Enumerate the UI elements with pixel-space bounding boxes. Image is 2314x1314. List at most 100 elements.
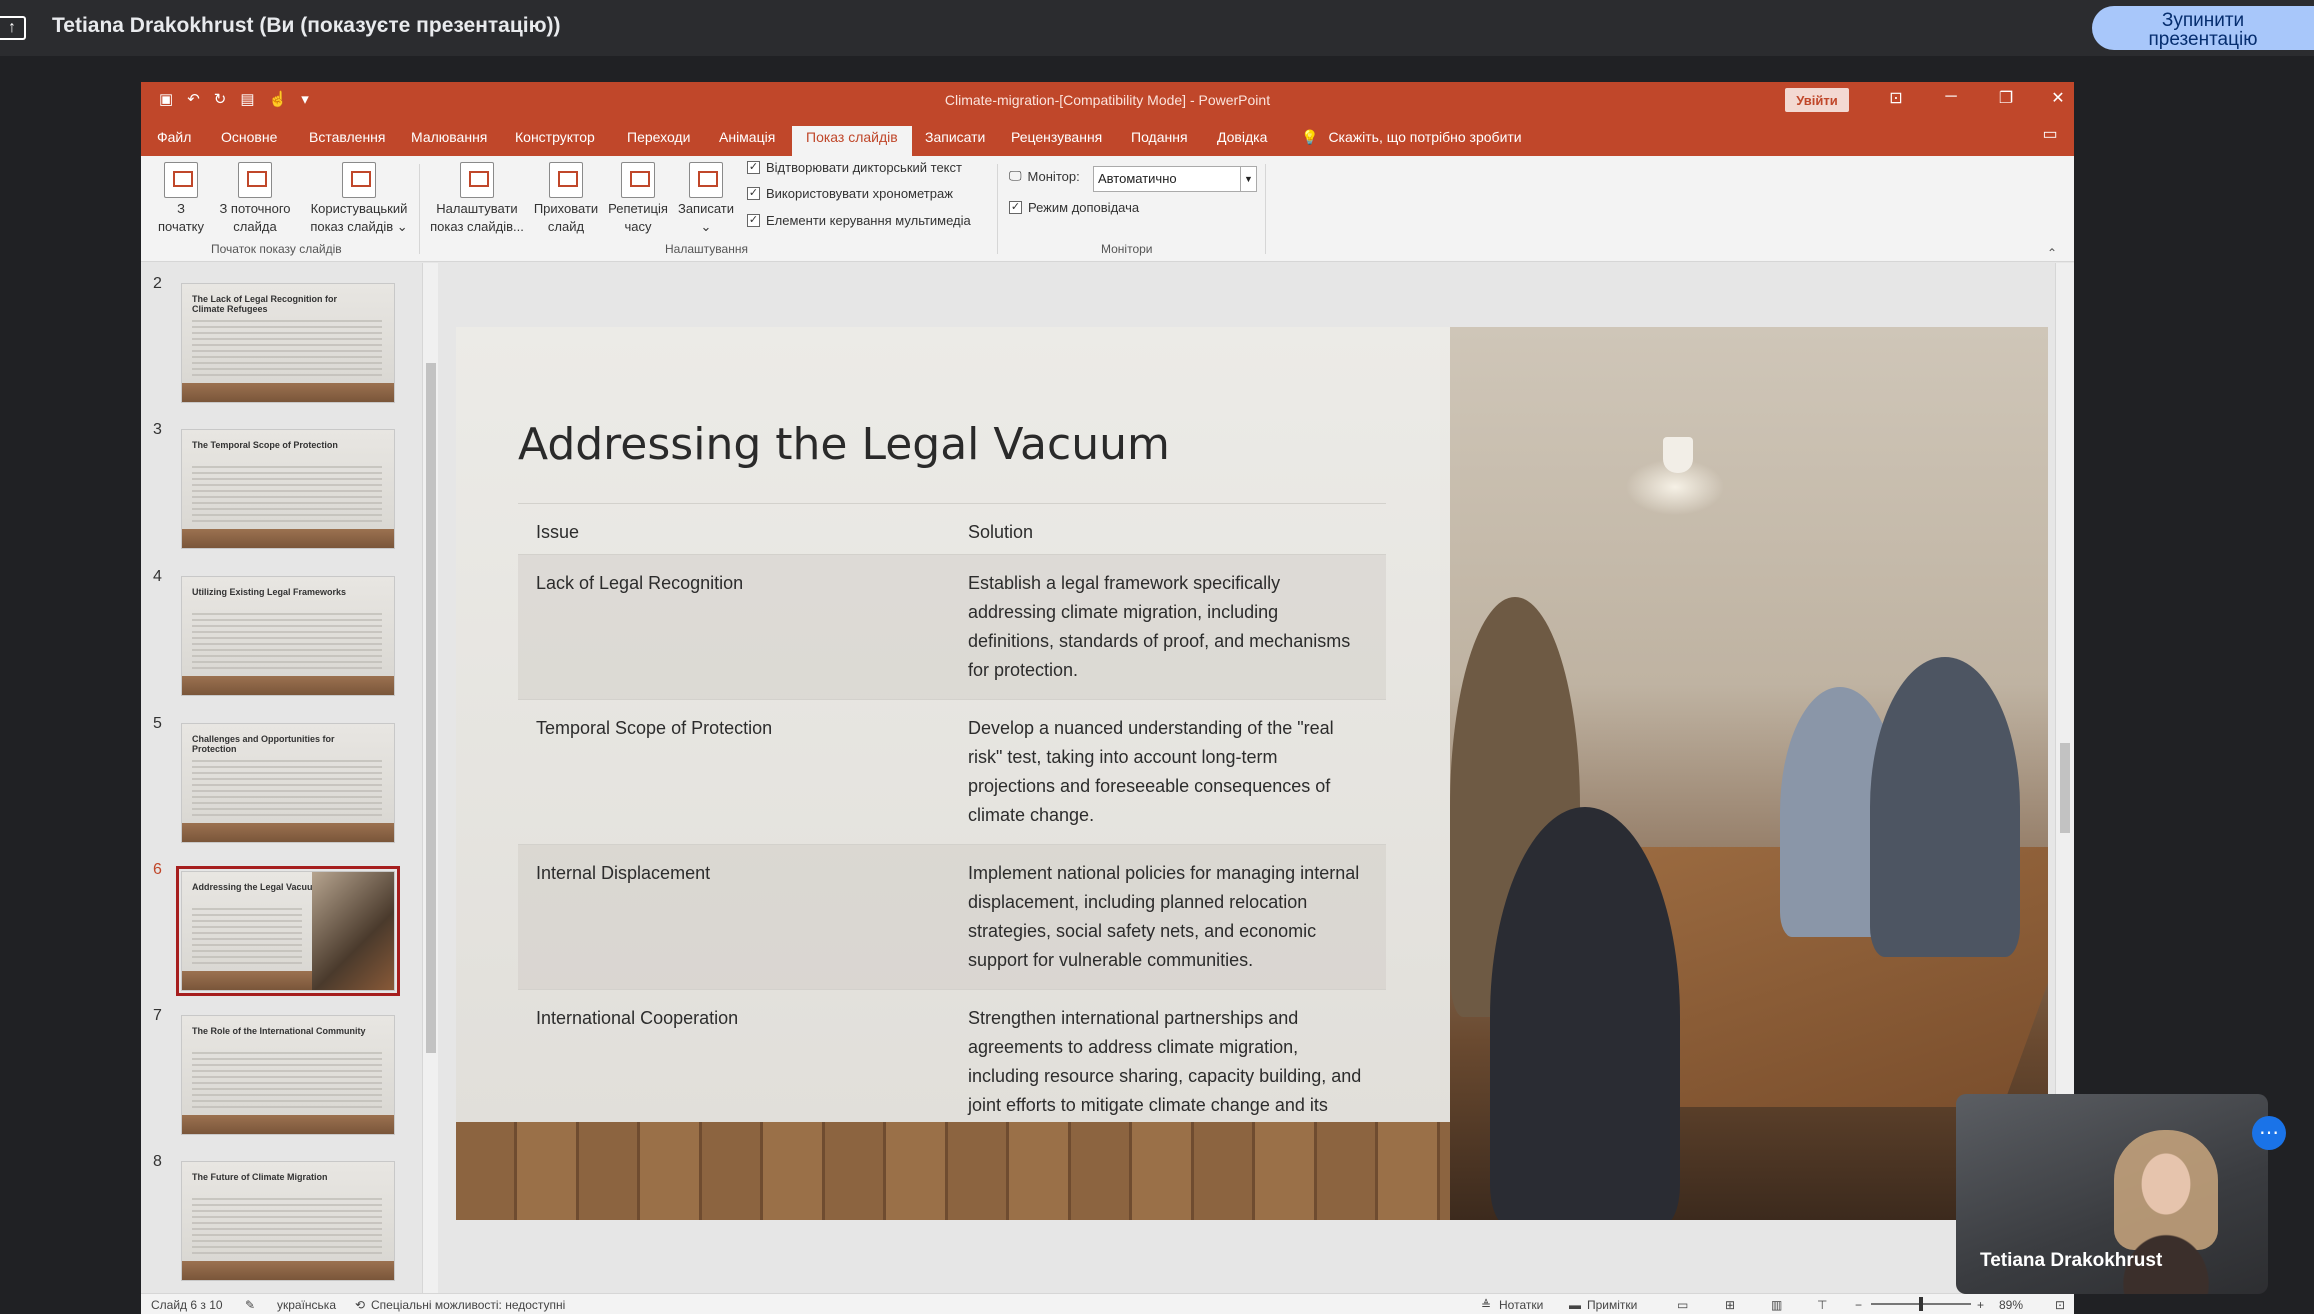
group-divider	[1265, 164, 1266, 254]
hide-slide-label: Приховати слайд	[533, 201, 599, 234]
record-slide-show-button[interactable]: Записати ⌄	[673, 162, 739, 236]
restore-icon[interactable]: ❐	[1991, 88, 2021, 108]
thumb-title: The Role of the International Community	[192, 1026, 366, 1036]
minimize-icon[interactable]: ─	[1936, 88, 1966, 106]
hide-slide-button[interactable]: Приховати слайд	[527, 162, 605, 236]
thumb-title: The Future of Climate Migration	[192, 1172, 328, 1182]
slide-thumbnail-2[interactable]: The Lack of Legal Recognition for Climat…	[181, 283, 395, 403]
title-bar: ▣ ↶ ↻ ▤ ☝ ▾ Climate-migration-[Compatibi…	[141, 82, 2074, 118]
set-up-slide-show-button[interactable]: Налаштувати показ слайдів...	[425, 162, 529, 236]
checkmark-icon: ✓	[747, 161, 760, 174]
scrollbar-thumb[interactable]	[426, 363, 436, 1053]
from-current-icon	[238, 162, 272, 198]
slide-sorter-icon[interactable]: ⊞	[1725, 1298, 1735, 1312]
monitor-value: Автоматично	[1098, 171, 1177, 186]
use-timings-checkbox[interactable]: ✓ Використовувати хронометраж	[747, 186, 953, 201]
thumb-text-lines	[192, 466, 382, 526]
tab-file[interactable]: Файл	[143, 126, 205, 156]
tab-review[interactable]: Рецензування	[997, 126, 1116, 156]
zoom-slider-handle[interactable]	[1919, 1297, 1923, 1311]
tab-design[interactable]: Конструктор	[501, 126, 609, 156]
play-narrations-label: Відтворювати дикторський текст	[766, 160, 962, 175]
collapse-ribbon-icon[interactable]: ⌃	[2047, 246, 2057, 260]
close-icon[interactable]: ✕	[2043, 88, 2073, 108]
notes-button[interactable]: Нотатки	[1499, 1298, 1543, 1312]
more-options-button[interactable]: ⋯	[2252, 1116, 2286, 1150]
thumbnails-scrollbar[interactable]	[422, 263, 438, 1293]
table-header-row: Issue Solution	[518, 503, 1386, 555]
stop-presenting-label: Зупинити презентацію	[2148, 10, 2258, 50]
custom-show-icon	[342, 162, 376, 198]
reading-view-icon[interactable]: ▥	[1771, 1298, 1782, 1312]
ribbon-display-icon[interactable]: ⊡	[1881, 88, 1911, 108]
zoom-in-icon[interactable]: +	[1977, 1298, 1984, 1312]
slide-thumbnail-6[interactable]: Addressing the Legal Vacuum	[176, 866, 400, 996]
record-label: Записати ⌄	[677, 201, 735, 234]
tab-draw[interactable]: Малювання	[397, 126, 501, 156]
slide-thumbnail-5[interactable]: Challenges and Opportunities for Protect…	[181, 723, 395, 843]
slide-thumbnail-8[interactable]: The Future of Climate Migration	[181, 1161, 395, 1281]
zoom-out-icon[interactable]: −	[1855, 1298, 1862, 1312]
tab-insert[interactable]: Вставлення	[295, 126, 400, 156]
checkmark-icon: ✓	[747, 187, 760, 200]
checkmark-icon: ✓	[1009, 201, 1022, 214]
monitor-icon: 🖵	[1009, 168, 1022, 183]
from-beginning-button[interactable]: З початку	[151, 162, 211, 236]
media-controls-checkbox[interactable]: ✓ Елементи керування мультимедіа	[747, 213, 971, 228]
tab-home[interactable]: Основне	[207, 126, 291, 156]
normal-view-icon[interactable]: ▭	[1677, 1298, 1688, 1312]
from-current-label: З поточного слайда	[219, 201, 291, 234]
rehearse-icon	[621, 162, 655, 198]
tell-me-label: Скажіть, що потрібно зробити	[1328, 129, 1522, 145]
tab-record[interactable]: Записати	[911, 126, 999, 156]
presenter-view-checkbox[interactable]: ✓ Режим доповідача	[1009, 200, 1139, 215]
comments-icon[interactable]: ▭	[2035, 124, 2065, 144]
language-status[interactable]: українська	[277, 1298, 336, 1312]
person-figure	[1870, 657, 2020, 957]
hide-slide-icon	[549, 162, 583, 198]
zoom-level[interactable]: 89%	[1999, 1298, 2023, 1312]
tab-help[interactable]: Довідка	[1203, 126, 1281, 156]
thumb-text-lines	[192, 320, 382, 380]
fit-to-window-icon[interactable]: ⊡	[2055, 1298, 2065, 1312]
group-divider	[997, 164, 998, 254]
from-beginning-label: З початку	[158, 201, 204, 234]
tab-transitions[interactable]: Переходи	[613, 126, 704, 156]
wall-lamp	[1663, 437, 1693, 473]
scrollbar-thumb[interactable]	[2060, 743, 2070, 833]
thumb-title: The Lack of Legal Recognition for Climat…	[192, 294, 338, 314]
slide-content-panel: Addressing the Legal Vacuum Issue Soluti…	[456, 327, 1450, 1144]
comments-button[interactable]: Примітки	[1587, 1298, 1637, 1312]
play-narrations-checkbox[interactable]: ✓ Відтворювати дикторський текст	[747, 160, 962, 175]
meet-top-bar: ↑ Tetiana Drakokhrust (Ви (показуєте пре…	[0, 0, 2314, 56]
monitor-select[interactable]: Автоматично ▼	[1093, 166, 1257, 192]
row-solution: Establish a legal framework specifically…	[968, 573, 1351, 680]
slide-editing-area: Addressing the Legal Vacuum Issue Soluti…	[441, 263, 2074, 1293]
custom-slide-show-button[interactable]: Користувацький показ слайдів ⌄	[297, 162, 421, 236]
stop-presenting-button[interactable]: Зупинити презентацію	[2092, 6, 2314, 50]
slide-thumbnail-3[interactable]: The Temporal Scope of Protection	[181, 429, 395, 549]
slide-thumbnail-4[interactable]: Utilizing Existing Legal Frameworks	[181, 576, 395, 696]
issues-solutions-table[interactable]: Issue Solution Lack of Legal Recognition…	[518, 503, 1386, 1163]
slide-show-icon[interactable]: ⊤	[1817, 1298, 1827, 1312]
rehearse-timings-button[interactable]: Репетиція часу	[601, 162, 675, 236]
slide-title[interactable]: Addressing the Legal Vacuum	[518, 419, 1170, 470]
record-icon	[689, 162, 723, 198]
tab-animations[interactable]: Анімація	[705, 126, 789, 156]
slide-thumbnail-7[interactable]: The Role of the International Community	[181, 1015, 395, 1135]
spellcheck-icon[interactable]: ✎	[245, 1298, 255, 1312]
group-monitors-label: Монітори	[1101, 242, 1153, 256]
present-screen-icon: ↑	[0, 16, 26, 40]
accessibility-status[interactable]: Спеціальні можливості: недоступні	[371, 1298, 565, 1312]
setup-show-label: Налаштувати показ слайдів...	[430, 201, 524, 234]
meeting-photo[interactable]	[1450, 327, 2048, 1220]
self-view-name: Tetiana Drakokhrust	[1980, 1250, 2163, 1271]
from-current-slide-button[interactable]: З поточного слайда	[205, 162, 305, 236]
sign-in-button[interactable]: Увійти	[1785, 88, 1849, 112]
tab-view[interactable]: Подання	[1117, 126, 1202, 156]
tell-me-search[interactable]: 💡 Скажіть, що потрібно зробити	[1301, 126, 1522, 148]
current-slide[interactable]: Addressing the Legal Vacuum Issue Soluti…	[456, 327, 2048, 1220]
tab-slide-show[interactable]: Показ слайдів	[792, 126, 912, 156]
thumb-number: 7	[153, 1007, 162, 1024]
accessibility-icon: ⟲	[355, 1298, 366, 1312]
